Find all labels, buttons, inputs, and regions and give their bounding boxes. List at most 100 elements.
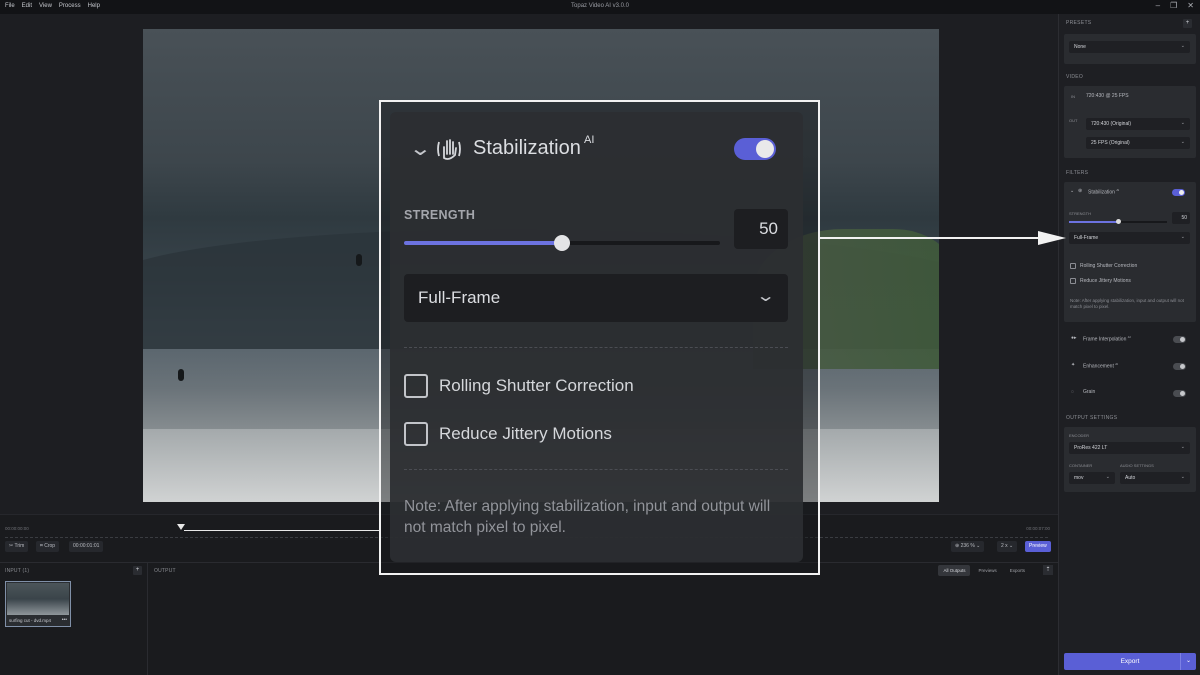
callout-arrow-line bbox=[820, 237, 1048, 239]
zoom-select[interactable]: ⊕ 236 % ⌄ bbox=[951, 541, 985, 552]
callout-leader-line bbox=[184, 530, 380, 531]
input-thumbnail[interactable]: surfing cut - dvd.mp4 ••• bbox=[5, 581, 71, 627]
rolling-shutter-checkbox[interactable] bbox=[1070, 263, 1076, 269]
strength-slider-fill bbox=[404, 241, 562, 245]
chevron-down-icon: ⌄ bbox=[1180, 43, 1185, 49]
stabilization-title: Stabilization AI bbox=[1088, 188, 1119, 196]
chevron-down-icon: ⌄ bbox=[1180, 444, 1185, 450]
chevron-down-icon[interactable]: ⌄ bbox=[409, 136, 432, 161]
ai-badge: AI bbox=[1115, 362, 1119, 366]
rolling-shutter-checkbox[interactable] bbox=[404, 374, 428, 398]
stabilization-note: Note: After applying stabilization, inpu… bbox=[1070, 298, 1184, 309]
panel-title: Stabilization bbox=[473, 137, 581, 159]
grain-toggle[interactable] bbox=[1173, 390, 1186, 397]
timecode-field[interactable]: 00:00:01:01 bbox=[69, 541, 104, 552]
chevron-down-icon: ⌄ bbox=[755, 288, 776, 305]
chevron-down-icon[interactable]: ⌄ bbox=[1180, 653, 1196, 670]
frame-interpolation-name: Frame Interpolation bbox=[1083, 336, 1127, 343]
zoom-callout: ⌄ Stabilization AI STRENGTH 50 Full-Fram… bbox=[379, 100, 820, 575]
trim-label: Trim bbox=[14, 543, 25, 549]
ai-badge: AI bbox=[584, 134, 595, 146]
stabilization-toggle[interactable] bbox=[734, 138, 776, 160]
input-label: INPUT (1) bbox=[5, 568, 30, 574]
stabilization-toggle[interactable] bbox=[1172, 189, 1185, 196]
preview-button[interactable]: Preview bbox=[1025, 541, 1051, 552]
chevron-down-icon: ⌄ bbox=[1180, 234, 1185, 240]
trim-button[interactable]: ✂ Trim bbox=[5, 541, 29, 552]
stabilization-icon: ⊛ bbox=[1078, 188, 1083, 194]
container-label: CONTAINER bbox=[1069, 463, 1093, 468]
add-preset-button[interactable]: + bbox=[1183, 19, 1192, 28]
tab-all-outputs[interactable]: All Outputs bbox=[938, 565, 971, 576]
encoder-select[interactable]: ProRes 422 LT ⌄ bbox=[1069, 442, 1190, 454]
frame-interpolation-toggle[interactable] bbox=[1173, 336, 1186, 343]
chevron-down-icon: ⌄ bbox=[1105, 474, 1110, 480]
add-input-button[interactable]: + bbox=[133, 566, 142, 575]
grain-icon: ◌ bbox=[1071, 389, 1074, 395]
strength-value[interactable]: 50 bbox=[1172, 212, 1190, 224]
strength-value-field[interactable]: 50 bbox=[734, 209, 788, 249]
stabilization-name: Stabilization bbox=[1088, 189, 1115, 196]
preset-select[interactable]: None ⌄ bbox=[1069, 41, 1190, 53]
reduce-jittery-label: Reduce Jittery Motions bbox=[439, 424, 612, 443]
window-controls: – ❐ ✕ bbox=[1156, 1, 1194, 10]
audio-select[interactable]: Auto ⌄ bbox=[1120, 472, 1190, 484]
strength-label: STRENGTH bbox=[404, 208, 476, 222]
output-settings-label: OUTPUT SETTINGS bbox=[1066, 415, 1118, 421]
stabilization-card: ⌄ ⊛ Stabilization AI STRENGTH 50 Full-Fr… bbox=[1064, 182, 1196, 322]
tab-exports[interactable]: Exports bbox=[1005, 565, 1030, 576]
strength-label: STRENGTH bbox=[1069, 211, 1091, 216]
ai-badge: AI bbox=[1116, 188, 1120, 192]
grain-name: Grain bbox=[1083, 389, 1096, 395]
zoomed-stabilization-panel: ⌄ Stabilization AI STRENGTH 50 Full-Fram… bbox=[390, 112, 803, 562]
filters-label: FILTERS bbox=[1066, 170, 1089, 176]
presets-card: None ⌄ bbox=[1064, 34, 1196, 64]
mode-value: Full-Frame bbox=[418, 288, 501, 307]
chevron-down-icon: ⌄ bbox=[1180, 120, 1185, 126]
close-icon[interactable]: ✕ bbox=[1187, 1, 1194, 10]
output-pane: OUTPUT All Outputs Previews Exports ⇡ bbox=[148, 562, 1058, 675]
speed-select[interactable]: 2 x ⌄ bbox=[997, 541, 1018, 552]
container-value: mov bbox=[1074, 475, 1084, 481]
tab-previews[interactable]: Previews bbox=[973, 565, 1001, 576]
export-label: Export bbox=[1120, 658, 1140, 665]
rolling-shutter-label: Rolling Shutter Correction bbox=[439, 376, 634, 395]
input-resolution: 720:430 @ 25 FPS bbox=[1086, 93, 1129, 99]
strength-slider-knob[interactable] bbox=[1116, 219, 1122, 224]
upload-icon[interactable]: ⇡ bbox=[1043, 565, 1053, 575]
fps-select[interactable]: 25 FPS (Original) ⌄ bbox=[1086, 137, 1190, 149]
ai-badge: AI bbox=[1127, 335, 1131, 339]
resolution-value: 720:430 (Original) bbox=[1091, 121, 1132, 127]
preset-value: None bbox=[1074, 44, 1086, 50]
frame-interpolation-icon: ●▸ bbox=[1071, 335, 1077, 341]
timeline-start-time: 00:00:00:00 bbox=[5, 526, 29, 531]
container-select[interactable]: mov ⌄ bbox=[1069, 472, 1115, 484]
enhancement-row: Enhancement AI bbox=[1083, 362, 1118, 370]
minimize-icon[interactable]: – bbox=[1156, 1, 1160, 10]
enhancement-toggle[interactable] bbox=[1173, 363, 1186, 370]
export-button[interactable]: Export ⌄ bbox=[1064, 653, 1196, 670]
reduce-jittery-checkbox[interactable] bbox=[404, 422, 428, 446]
resolution-select[interactable]: 720:430 (Original) ⌄ bbox=[1086, 118, 1190, 130]
chevron-down-icon: ⌄ bbox=[1180, 474, 1185, 480]
stabilization-hand-icon bbox=[437, 139, 461, 160]
settings-sidebar: PRESETS + None ⌄ VIDEO IN 720:430 @ 25 F… bbox=[1058, 14, 1200, 675]
out-tag: OUT bbox=[1069, 118, 1078, 123]
window-title: Topaz Video AI v3.0.0 bbox=[571, 3, 629, 9]
crop-button[interactable]: ⌗ Crop bbox=[36, 541, 60, 552]
presets-label: PRESETS bbox=[1066, 20, 1092, 26]
surfer bbox=[356, 254, 362, 266]
divider bbox=[404, 469, 788, 470]
strength-slider[interactable] bbox=[404, 235, 720, 251]
mode-select[interactable]: Full-Frame ⌄ bbox=[404, 274, 788, 322]
maximize-icon[interactable]: ❐ bbox=[1170, 1, 1177, 10]
reduce-jittery-checkbox[interactable] bbox=[1070, 278, 1076, 284]
audio-value: Auto bbox=[1125, 475, 1136, 481]
strength-slider-knob[interactable] bbox=[554, 235, 570, 251]
chevron-down-icon[interactable]: ⌄ bbox=[1070, 188, 1074, 194]
mode-value: Full-Frame bbox=[1074, 235, 1099, 241]
more-icon[interactable]: ••• bbox=[62, 617, 67, 623]
mode-select[interactable]: Full-Frame ⌄ bbox=[1069, 232, 1190, 244]
strength-slider[interactable] bbox=[1069, 219, 1167, 224]
input-pane: INPUT (1) + surfing cut - dvd.mp4 ••• bbox=[0, 562, 148, 675]
